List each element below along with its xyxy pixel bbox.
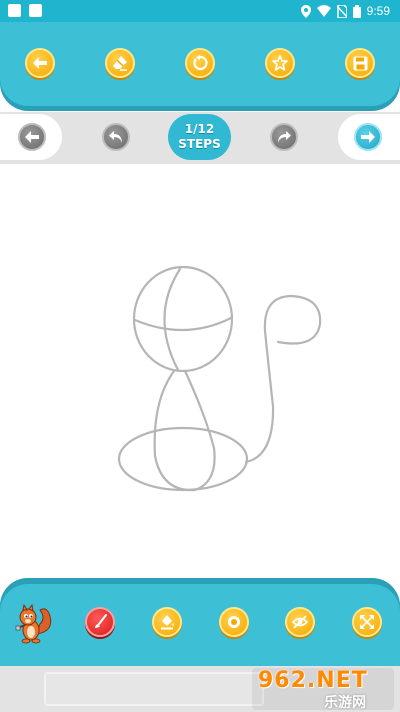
watermark-subtitle: 乐游网 bbox=[324, 695, 366, 711]
favorite-button[interactable] bbox=[265, 48, 295, 78]
progress-track bbox=[44, 672, 264, 706]
no-sim-icon bbox=[336, 4, 347, 18]
bottom-toolbar bbox=[0, 578, 400, 666]
step-navigation-bar: 1/12 STEPS bbox=[0, 112, 400, 164]
eraser-button[interactable] bbox=[105, 48, 135, 78]
stamp-button[interactable] bbox=[219, 607, 249, 637]
fullscreen-button[interactable] bbox=[352, 607, 382, 637]
hide-guide-button[interactable] bbox=[285, 607, 315, 637]
sketch-guide bbox=[117, 265, 322, 492]
status-bar: 9:59 bbox=[0, 0, 400, 22]
location-icon bbox=[300, 4, 311, 18]
watermark: 962.NET 乐游网 bbox=[252, 666, 394, 712]
save-button[interactable] bbox=[345, 48, 375, 78]
wifi-icon bbox=[316, 5, 331, 17]
sketch-head bbox=[132, 265, 234, 373]
status-icons: 9:59 bbox=[300, 2, 390, 20]
step-counter: 1/12 STEPS bbox=[168, 114, 231, 160]
back-arrow-icon bbox=[33, 57, 47, 69]
eraser-icon bbox=[113, 56, 127, 71]
undo-icon bbox=[193, 55, 208, 71]
hide-guide-icon bbox=[292, 615, 308, 629]
sketch-base bbox=[117, 426, 249, 492]
drawing-canvas[interactable] bbox=[0, 166, 400, 578]
prev-step-icon bbox=[25, 131, 39, 143]
top-toolbar bbox=[0, 22, 400, 106]
bottom-area: 962.NET 乐游网 bbox=[0, 666, 400, 712]
watermark-brand: 962.NET bbox=[258, 668, 368, 693]
bucket-fill-icon bbox=[161, 615, 174, 630]
save-icon bbox=[353, 56, 367, 70]
redo-stroke-button[interactable] bbox=[270, 123, 298, 151]
back-button[interactable] bbox=[25, 48, 55, 78]
steps-label: STEPS bbox=[178, 137, 221, 151]
notification-icon bbox=[8, 4, 21, 17]
mascot-squirrel-icon[interactable] bbox=[14, 604, 54, 644]
sketch-head-line-v bbox=[163, 267, 182, 372]
next-step-icon bbox=[361, 131, 375, 143]
bucket-fill-button[interactable] bbox=[152, 607, 182, 637]
prev-step-button[interactable] bbox=[18, 123, 46, 151]
brush-icon bbox=[95, 614, 107, 628]
star-icon bbox=[272, 55, 288, 71]
fullscreen-icon bbox=[360, 615, 374, 629]
reset-button[interactable] bbox=[185, 48, 215, 78]
brush-button[interactable] bbox=[85, 607, 115, 637]
stamp-icon bbox=[228, 616, 240, 628]
step-count: 1/12 bbox=[184, 122, 215, 136]
next-step-button[interactable] bbox=[354, 123, 382, 151]
sketch-tail bbox=[244, 294, 322, 464]
notification-icon bbox=[29, 4, 42, 17]
undo-stroke-button[interactable] bbox=[102, 123, 130, 151]
clock: 9:59 bbox=[366, 4, 390, 18]
redo-stroke-icon bbox=[278, 131, 291, 143]
sketch-head-line-h bbox=[133, 316, 233, 332]
battery-icon bbox=[352, 4, 361, 18]
undo-stroke-icon bbox=[109, 131, 122, 143]
